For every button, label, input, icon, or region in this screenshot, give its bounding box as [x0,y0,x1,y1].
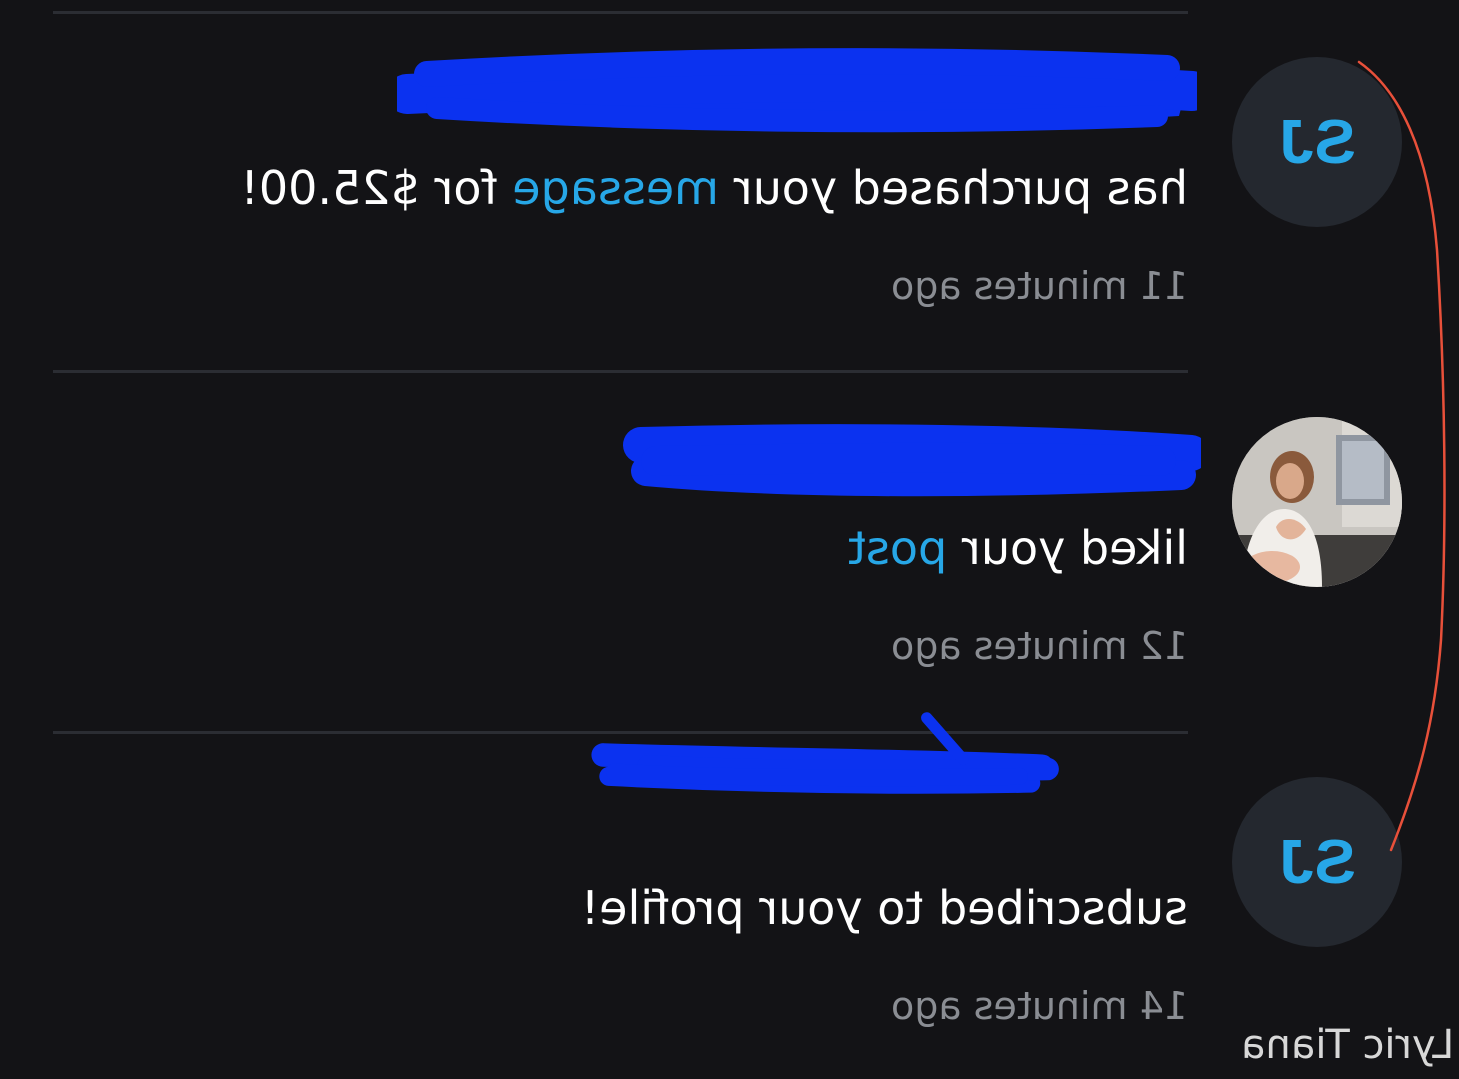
profile-photo-image [1232,417,1402,587]
redaction-scribble [591,712,1059,794]
avatar-photo[interactable] [1232,417,1402,587]
notification-message: liked your post [848,520,1188,576]
watermark-text: Lyric Tiana [1241,1022,1455,1068]
avatar[interactable]: SJ [1232,57,1402,227]
message-text: has purchased your [719,161,1188,215]
redaction-scribble [623,424,1201,497]
message-link[interactable]: message [512,161,719,215]
message-text: liked your [947,521,1188,575]
notification-message: has purchased your message for $25.00! [240,160,1188,216]
avatar[interactable]: SJ [1232,777,1402,947]
notification-item[interactable]: SJ has purchased your message for $25.00… [0,0,1459,360]
notification-item[interactable]: liked your post 12 minutes ago [0,360,1459,720]
notification-timestamp: 12 minutes ago [891,624,1188,668]
notification-timestamp: 14 minutes ago [891,984,1188,1028]
avatar-initials: SJ [1278,827,1356,897]
message-text: subscribed to your profile! [580,881,1188,935]
notification-timestamp: 11 minutes ago [891,264,1188,308]
screenshot-stage: SJ has purchased your message for $25.00… [0,0,1459,1079]
message-link[interactable]: post [848,521,947,575]
redaction-scribble [397,48,1197,133]
mirrored-notification-list: SJ has purchased your message for $25.00… [0,0,1459,1079]
message-amount-text: for $25.00! [240,161,513,215]
avatar-initials: SJ [1278,107,1356,177]
notification-message: subscribed to your profile! [581,880,1188,936]
